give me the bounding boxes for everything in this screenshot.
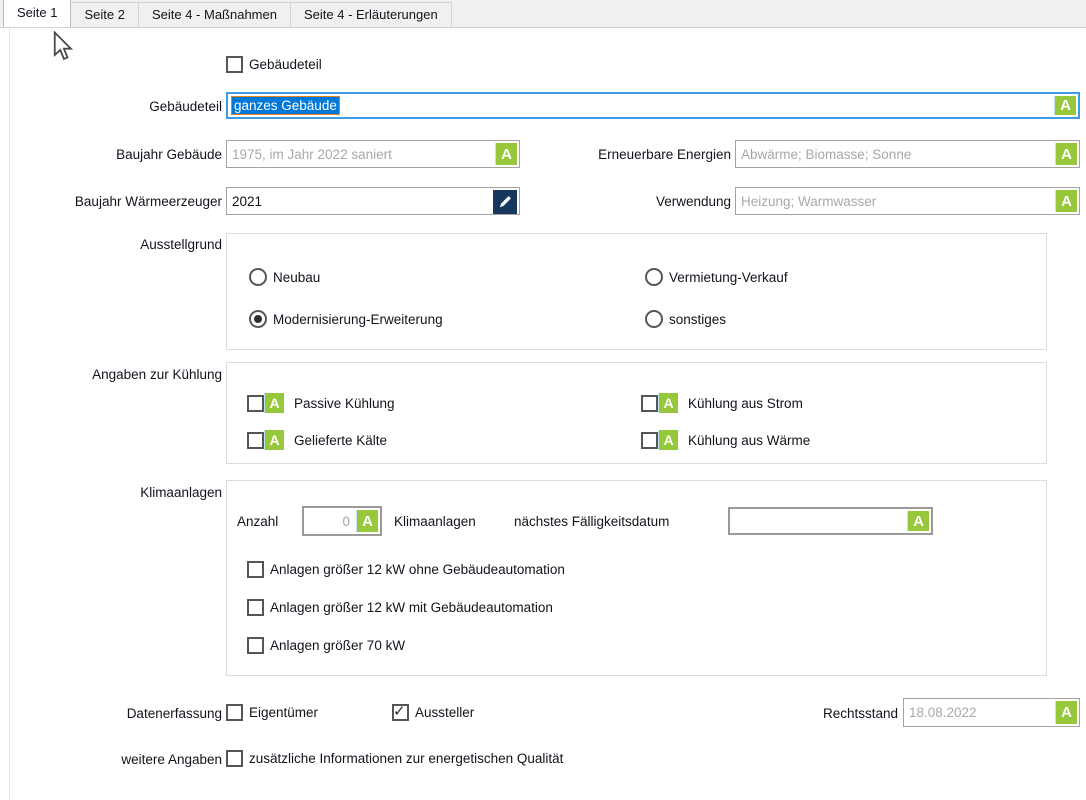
neubau-radio[interactable]: [249, 268, 267, 286]
anzahl-value: 0: [342, 514, 350, 529]
anlagen-12kw-mit-checkbox[interactable]: [247, 599, 264, 616]
auto-value-badge[interactable]: A: [1055, 190, 1077, 212]
tab-seite-4-erlaeuterungen[interactable]: Seite 4 - Erläuterungen: [290, 2, 452, 27]
radio-row-neubau[interactable]: Neubau: [249, 268, 320, 286]
tab-bar: Seite 1 Seite 2 Seite 4 - Maßnahmen Seit…: [0, 0, 1086, 28]
tab-seite-2[interactable]: Seite 2: [70, 2, 138, 27]
kuehlung-aus-strom-label: Kühlung aus Strom: [688, 396, 803, 411]
gebaeudeteil-checkbox-row: Gebäudeteil: [226, 56, 322, 73]
vermietung-verkauf-radio-label: Vermietung-Verkauf: [669, 270, 788, 285]
energieausweis-page1-window: Seite 1 Seite 2 Seite 4 - Maßnahmen Seit…: [0, 0, 1086, 800]
eigentuemer-label: Eigentümer: [249, 705, 318, 720]
tab-seite-1[interactable]: Seite 1: [3, 0, 71, 27]
ausstellgrund-label: Ausstellgrund: [0, 237, 222, 252]
baujahr-waermeerzeuger-label: Baujahr Wärmeerzeuger: [0, 194, 222, 209]
checkbox-row-kuehlung-strom[interactable]: A Kühlung aus Strom: [641, 393, 803, 413]
erneuerbare-energien-value: Abwärme; Biomasse; Sonne: [741, 147, 911, 162]
auto-value-badge[interactable]: A: [1054, 96, 1076, 115]
anlagen-70kw-label: Anlagen größer 70 kW: [270, 638, 405, 653]
klimaanlagen-label: Klimaanlagen: [0, 485, 222, 500]
edit-pencil-button[interactable]: [493, 190, 517, 214]
kuehlung-aus-waerme-label: Kühlung aus Wärme: [688, 433, 810, 448]
kuehlung-aus-strom-checkbox[interactable]: [641, 395, 658, 412]
zusatzinfo-checkbox[interactable]: [226, 750, 243, 767]
neubau-radio-label: Neubau: [273, 270, 320, 285]
verwendung-label: Verwendung: [520, 194, 731, 209]
aussteller-checkbox[interactable]: [392, 704, 409, 721]
gebaeudeteil-label: Gebäudeteil: [0, 99, 222, 114]
weitere-angaben-label: weitere Angaben: [0, 752, 222, 767]
checkbox-row-passive-kuehlung[interactable]: A Passive Kühlung: [247, 393, 395, 413]
auto-value-badge[interactable]: A: [658, 430, 678, 450]
checkbox-row-zusatzinfo[interactable]: zusätzliche Informationen zur energetisc…: [226, 750, 563, 767]
passive-kuehlung-checkbox[interactable]: [247, 395, 264, 412]
baujahr-waermeerzeuger-input[interactable]: 2021: [226, 187, 520, 215]
erneuerbare-energien-input[interactable]: Abwärme; Biomasse; Sonne A: [735, 140, 1080, 168]
radio-row-modernisierung[interactable]: Modernisierung-Erweiterung: [249, 310, 443, 328]
kuehlung-aus-waerme-checkbox[interactable]: [641, 432, 658, 449]
klimaanlagen-groupbox: Anzahl 0 A Klimaanlagen nächstes Fälligk…: [226, 480, 1047, 676]
auto-value-badge[interactable]: A: [356, 510, 378, 532]
auto-value-badge[interactable]: A: [495, 143, 517, 165]
verwendung-value: Heizung; Warmwasser: [741, 194, 876, 209]
checkbox-row-gelieferte-kaelte[interactable]: A Gelieferte Kälte: [247, 430, 387, 450]
passive-kuehlung-label: Passive Kühlung: [294, 396, 395, 411]
gelieferte-kaelte-checkbox[interactable]: [247, 432, 264, 449]
ausstellgrund-groupbox: Neubau Modernisierung-Erweiterung Vermie…: [226, 233, 1047, 350]
angaben-kuehlung-label: Angaben zur Kühlung: [0, 367, 222, 382]
faelligkeitsdatum-input[interactable]: A: [728, 507, 933, 535]
baujahr-gebaeude-label: Baujahr Gebäude: [0, 147, 222, 162]
checkbox-row-12kw-ohne[interactable]: Anlagen größer 12 kW ohne Gebäudeautomat…: [247, 561, 565, 578]
gelieferte-kaelte-label: Gelieferte Kälte: [294, 433, 387, 448]
checkbox-row-70kw[interactable]: Anlagen größer 70 kW: [247, 637, 405, 654]
tab-seite-4-massnahmen[interactable]: Seite 4 - Maßnahmen: [138, 2, 291, 27]
auto-value-badge[interactable]: A: [1055, 143, 1077, 165]
anlagen-12kw-ohne-label: Anlagen größer 12 kW ohne Gebäudeautomat…: [270, 562, 565, 577]
mouse-cursor-icon: [52, 31, 74, 61]
eigentuemer-checkbox[interactable]: [226, 704, 243, 721]
anzahl-label: Anzahl: [237, 514, 278, 529]
anlagen-12kw-mit-label: Anlagen größer 12 kW mit Gebäudeautomati…: [270, 600, 553, 615]
checkbox-row-eigentuemer[interactable]: Eigentümer: [226, 704, 318, 721]
erneuerbare-energien-label: Erneuerbare Energien: [520, 147, 731, 162]
anlagen-12kw-ohne-checkbox[interactable]: [247, 561, 264, 578]
baujahr-waermeerzeuger-value: 2021: [232, 194, 262, 209]
kuehlung-groupbox: A Passive Kühlung A Gelieferte Kälte A K…: [226, 362, 1047, 464]
auto-value-badge[interactable]: A: [264, 393, 284, 413]
modernisierung-erweiterung-radio[interactable]: [249, 310, 267, 328]
auto-value-badge[interactable]: A: [658, 393, 678, 413]
sonstiges-radio-label: sonstiges: [669, 312, 726, 327]
rechtsstand-input[interactable]: 18.08.2022 A: [903, 698, 1080, 727]
radio-row-vermietung[interactable]: Vermietung-Verkauf: [645, 268, 788, 286]
pencil-icon: [497, 194, 513, 210]
gebaeudeteil-checkbox[interactable]: [226, 56, 243, 73]
baujahr-gebaeude-input[interactable]: 1975, im Jahr 2022 saniert A: [226, 140, 520, 168]
gebaeudeteil-checkbox-label: Gebäudeteil: [249, 57, 322, 72]
anzahl-suffix-label: Klimaanlagen: [394, 514, 476, 529]
auto-value-badge[interactable]: A: [264, 430, 284, 450]
baujahr-gebaeude-value: 1975, im Jahr 2022 saniert: [232, 147, 392, 162]
panel-border: [9, 28, 10, 800]
sonstiges-radio[interactable]: [645, 310, 663, 328]
checkbox-row-12kw-mit[interactable]: Anlagen größer 12 kW mit Gebäudeautomati…: [247, 599, 553, 616]
aussteller-label: Aussteller: [415, 705, 474, 720]
faelligkeitsdatum-label: nächstes Fälligkeitsdatum: [514, 514, 669, 529]
datenerfassung-label: Datenerfassung: [0, 706, 222, 721]
verwendung-input[interactable]: Heizung; Warmwasser A: [735, 187, 1080, 215]
vermietung-verkauf-radio[interactable]: [645, 268, 663, 286]
rechtsstand-value: 18.08.2022: [909, 705, 977, 720]
auto-value-badge[interactable]: A: [1055, 701, 1077, 724]
checkbox-row-aussteller[interactable]: Aussteller: [392, 704, 474, 721]
modernisierung-erweiterung-radio-label: Modernisierung-Erweiterung: [273, 312, 443, 327]
gebaeudeteil-input-selected-text: ganzes Gebäude: [232, 97, 339, 114]
radio-row-sonstiges[interactable]: sonstiges: [645, 310, 726, 328]
zusatzinfo-label: zusätzliche Informationen zur energetisc…: [249, 751, 563, 766]
checkbox-row-kuehlung-waerme[interactable]: A Kühlung aus Wärme: [641, 430, 810, 450]
anzahl-input[interactable]: 0 A: [302, 506, 382, 536]
anlagen-70kw-checkbox[interactable]: [247, 637, 264, 654]
gebaeudeteil-input[interactable]: ganzes Gebäude A: [226, 92, 1080, 119]
rechtsstand-label: Rechtsstand: [698, 706, 898, 721]
auto-value-badge[interactable]: A: [907, 511, 929, 531]
